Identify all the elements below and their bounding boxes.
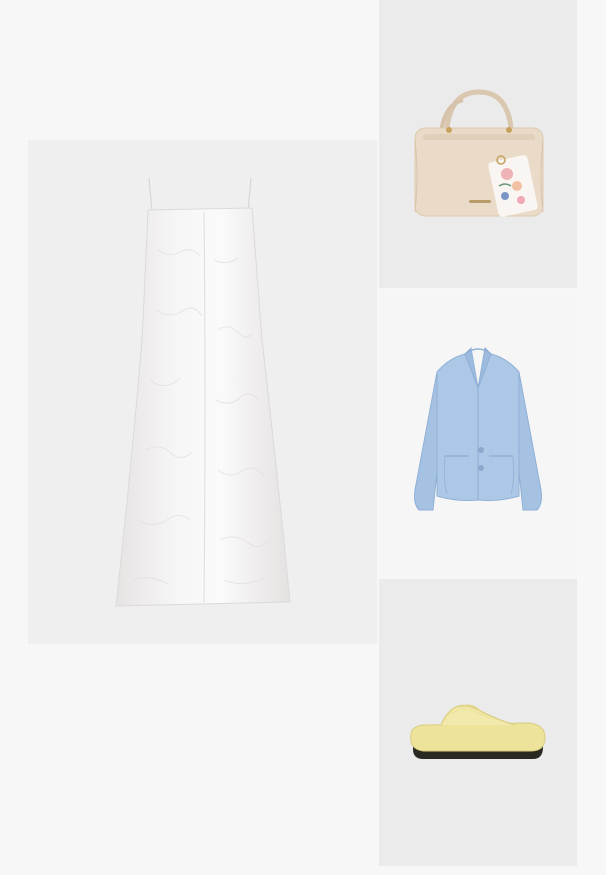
product-tile-blazer[interactable] bbox=[379, 290, 577, 577]
outfit-canvas bbox=[0, 0, 606, 875]
product-tile-sandal[interactable] bbox=[379, 579, 577, 866]
beige-handbag-image bbox=[414, 89, 544, 217]
light-blue-blazer-image bbox=[414, 346, 542, 511]
white-slip-dress-image bbox=[115, 177, 291, 607]
product-tile-dress[interactable] bbox=[28, 140, 377, 644]
product-tile-bag[interactable] bbox=[379, 0, 577, 288]
yellow-flip-flop-sandal-image bbox=[410, 704, 546, 759]
